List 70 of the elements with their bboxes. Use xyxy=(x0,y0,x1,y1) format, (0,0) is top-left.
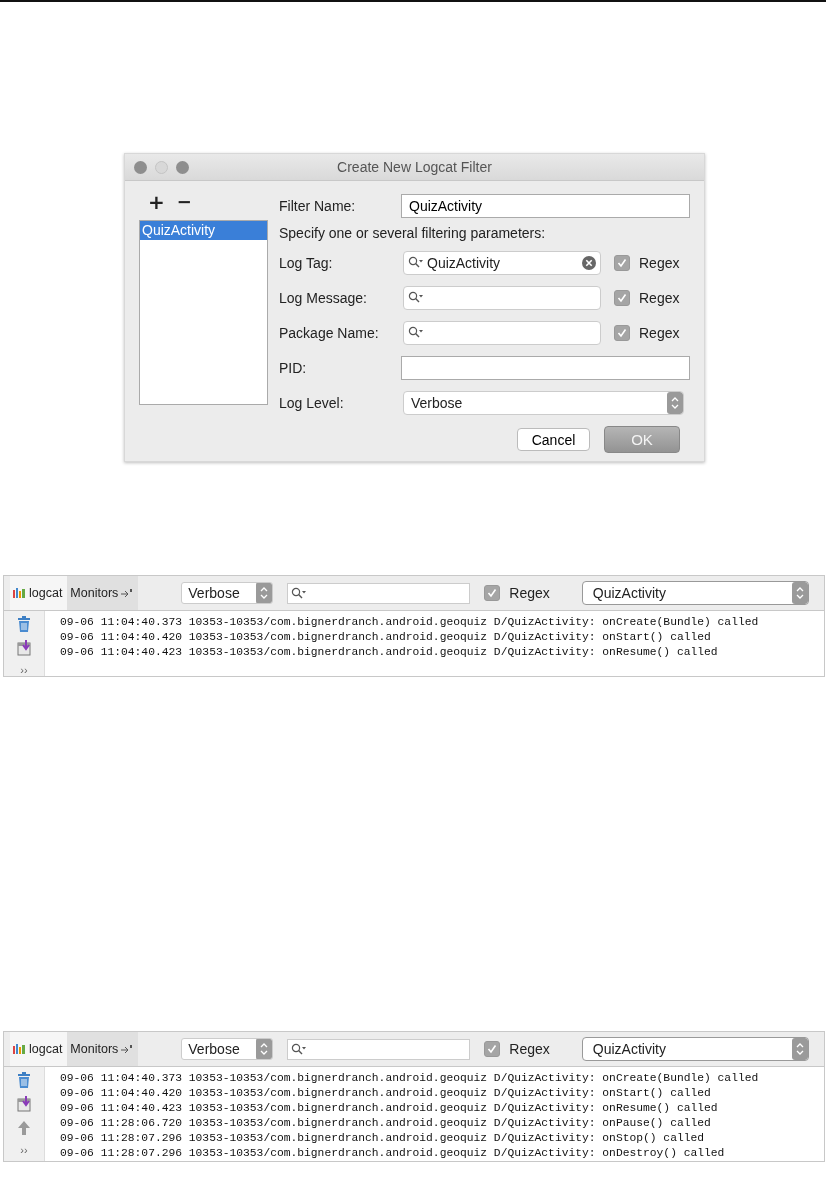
log-level-dropdown[interactable]: Verbose xyxy=(181,1038,274,1060)
tab[interactable]: logcat xyxy=(10,1032,68,1066)
field-label: Log Message: xyxy=(279,289,368,306)
search-field[interactable]: QuizActivity xyxy=(403,250,601,275)
tab[interactable]: Monitors xyxy=(67,576,139,610)
filter-dropdown[interactable]: QuizActivity xyxy=(581,581,809,605)
tab-label: logcat xyxy=(29,1042,63,1056)
checkbox-label: Regex xyxy=(639,254,680,271)
up-icon[interactable] xyxy=(17,1120,31,1136)
window-title: Create New Logcat Filter xyxy=(337,159,492,175)
import-icon[interactable] xyxy=(17,1096,31,1112)
window-close-button[interactable] xyxy=(134,160,147,174)
log-line: 09-06 11:04:40.373 10353-10353/com.bignerdranch.android.geoquiz D/QuizActivity: onCreate(Bundle) called xyxy=(60,615,759,630)
search-field[interactable] xyxy=(287,582,471,604)
log-line: 09-06 11:28:07.296 10353-10353/com.bignerdranch.android.geoquiz D/QuizActivity: onDestroy() called xyxy=(60,1146,726,1161)
stepper-icon[interactable] xyxy=(791,1038,808,1060)
search-field[interactable] xyxy=(403,320,601,345)
more-button[interactable]: ›› xyxy=(20,664,28,676)
stepper-icon[interactable] xyxy=(667,391,683,414)
tab-label: Monitors xyxy=(70,586,119,600)
search-field[interactable] xyxy=(287,1038,471,1060)
field-label: Log Tag: xyxy=(279,254,334,271)
checkbox-label: Regex xyxy=(639,324,680,341)
remove-button[interactable]: − xyxy=(173,192,195,212)
search-icon[interactable] xyxy=(291,586,308,600)
pin-icon[interactable] xyxy=(121,1045,134,1053)
window-zoom-button[interactable] xyxy=(176,160,189,174)
filter-dropdown[interactable]: QuizActivity xyxy=(581,1037,809,1061)
log-line: 09-06 11:04:40.373 10353-10353/com.bignerdranch.android.geoquiz D/QuizActivity: onCreate(Bundle) called xyxy=(60,1071,759,1086)
clear-icon[interactable] xyxy=(582,255,596,270)
pid-field[interactable] xyxy=(401,355,690,380)
log-level-dropdown[interactable]: Verbose xyxy=(181,582,274,604)
import-icon[interactable] xyxy=(17,640,31,656)
search-icon[interactable] xyxy=(408,291,424,304)
cancel-button[interactable]: Cancel xyxy=(517,428,590,451)
trash-icon[interactable] xyxy=(17,1072,31,1088)
tab-label: logcat xyxy=(29,586,63,600)
tab-label: Monitors xyxy=(70,1042,119,1056)
filter-list-item[interactable]: QuizActivity xyxy=(140,221,267,240)
instruction-text: Specify one or several filtering parameters: xyxy=(279,224,547,243)
checkbox-label: Regex xyxy=(509,585,550,601)
field-label: Log Level: xyxy=(279,394,345,411)
checkbox-label: Regex xyxy=(509,1041,550,1057)
search-icon[interactable] xyxy=(408,326,424,339)
pin-icon[interactable] xyxy=(121,589,134,597)
field-label: PID: xyxy=(279,359,308,376)
bars-icon[interactable] xyxy=(13,588,26,598)
add-button[interactable]: + xyxy=(145,192,168,212)
field-label: Filter Name: xyxy=(279,198,357,214)
bars-icon[interactable] xyxy=(13,1044,26,1054)
log-line: 09-06 11:04:40.420 10353-10353/com.bignerdranch.android.geoquiz D/QuizActivity: onStart() called xyxy=(60,630,712,645)
field-label: Package Name: xyxy=(279,324,380,341)
search-icon[interactable] xyxy=(408,256,424,269)
log-line: 09-06 11:28:06.720 10353-10353/com.bignerdranch.android.geoquiz D/QuizActivity: onPause() called xyxy=(60,1116,712,1131)
trash-icon[interactable] xyxy=(17,616,31,632)
log-line: 09-06 11:04:40.423 10353-10353/com.bignerdranch.android.geoquiz D/QuizActivity: onResume() called xyxy=(60,645,719,660)
stepper-icon[interactable] xyxy=(791,582,808,604)
log-level-dropdown[interactable]: Verbose xyxy=(403,390,684,415)
filter-name-field[interactable]: QuizActivity xyxy=(401,194,690,218)
tab[interactable]: Monitors xyxy=(67,1032,139,1066)
checkbox-label: Regex xyxy=(639,289,680,306)
tab[interactable]: logcat xyxy=(10,576,68,610)
more-button[interactable]: ›› xyxy=(20,1144,28,1156)
stepper-icon[interactable] xyxy=(256,1039,273,1059)
search-icon[interactable] xyxy=(291,1042,308,1056)
log-line: 09-06 11:04:40.420 10353-10353/com.bignerdranch.android.geoquiz D/QuizActivity: onStart() called xyxy=(60,1086,712,1101)
log-line: 09-06 11:28:07.296 10353-10353/com.bignerdranch.android.geoquiz D/QuizActivity: onStop() called xyxy=(60,1131,706,1146)
search-field[interactable] xyxy=(403,285,601,310)
stepper-icon[interactable] xyxy=(256,583,273,603)
log-line: 09-06 11:04:40.423 10353-10353/com.bignerdranch.android.geoquiz D/QuizActivity: onResume() called xyxy=(60,1101,719,1116)
